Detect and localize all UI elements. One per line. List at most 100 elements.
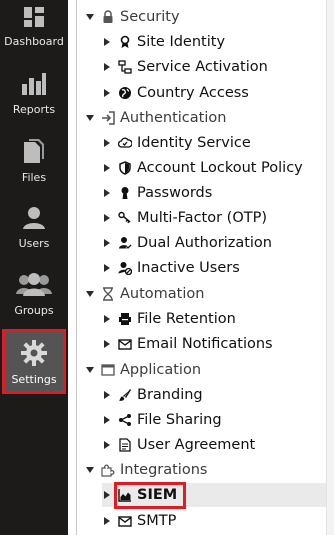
section-integrations[interactable]: Integrations [86,458,207,482]
chevron-right-icon[interactable] [104,315,110,323]
tree-item-label: Identity Service [137,135,251,151]
nav-reports[interactable]: Reports [0,72,68,116]
tree-item-label: Service Activation [137,59,268,75]
keyhole-icon [118,186,132,200]
envelope-icon [118,337,132,351]
chevron-right-icon[interactable] [104,264,110,272]
rail-gap [68,0,76,535]
chevron-right-icon[interactable] [104,189,110,197]
tree-item-label: Inactive Users [137,260,240,276]
cloud-check-icon [118,136,132,150]
nav-groups[interactable]: Groups [0,271,68,317]
tree-item-site-identity[interactable]: Site Identity [104,30,225,54]
globe-icon [118,86,132,100]
tree-item-passwords[interactable]: Passwords [104,181,212,205]
section-automation-label: Automation [120,286,205,302]
nav-settings-label: Settings [11,373,57,386]
tree-item-email-notifications[interactable]: Email Notifications [104,332,273,356]
chevron-right-icon[interactable] [104,214,110,222]
document-icon [118,438,132,452]
shield-icon [118,161,132,175]
tree-item-country-access[interactable]: Country Access [104,81,249,105]
chevron-right-icon[interactable] [104,517,110,525]
tree-item-service-activation[interactable]: Service Activation [104,55,268,79]
tree-scrollbar[interactable] [326,0,334,535]
nav-reports-label: Reports [12,103,56,116]
envelope-icon [118,514,132,528]
chevron-down-icon[interactable] [86,367,94,373]
section-authentication-label: Authentication [120,110,227,126]
lock-icon [101,10,115,24]
nav-dashboard[interactable]: Dashboard [0,6,68,48]
area-chart-icon [118,488,132,502]
nav-dashboard-label: Dashboard [4,35,64,48]
tree-item-file-sharing[interactable]: File Sharing [104,408,222,432]
nav-users[interactable]: Users [0,206,68,250]
tree-item-user-agreement[interactable]: User Agreement [104,433,255,457]
section-integrations-label: Integrations [120,462,208,478]
tree-item-label: Email Notifications [137,336,273,352]
section-authentication[interactable]: Authentication [86,106,226,130]
tree-item-label: File Retention [137,311,236,327]
chevron-right-icon[interactable] [104,416,110,424]
users-icon [0,206,68,233]
archive-icon [118,312,132,326]
award-icon [118,35,132,49]
tree-item-label: Dual Authorization [137,235,272,251]
chevron-right-icon[interactable] [104,89,110,97]
hourglass-icon [101,287,115,301]
section-application[interactable]: Application [86,358,201,382]
section-automation[interactable]: Automation [86,282,204,306]
sign-in-icon [101,111,115,125]
share-icon [118,413,132,427]
chevron-right-icon[interactable] [104,63,110,71]
groups-icon [0,271,68,300]
tree-item-inactive-users[interactable]: Inactive Users [104,256,240,280]
chevron-down-icon[interactable] [86,467,94,473]
gear-icon [5,340,63,369]
chevron-right-icon[interactable] [104,38,110,46]
files-icon [0,138,68,167]
chevron-right-icon[interactable] [104,164,110,172]
chevron-down-icon[interactable] [86,291,94,297]
tree-item-label: Site Identity [137,34,226,50]
nav-groups-label: Groups [14,304,54,317]
tree-item-branding[interactable]: Branding [104,383,203,407]
tree-item-label: File Sharing [137,412,222,428]
section-security[interactable]: Security [86,5,180,29]
tree-item-identity-service[interactable]: Identity Service [104,131,251,155]
chevron-right-icon[interactable] [104,340,110,348]
section-security-label: Security [120,9,180,25]
reports-icon [0,72,68,99]
dashboard-icon [0,6,68,31]
window-icon [101,363,115,377]
tree-item-file-retention[interactable]: File Retention [104,307,236,331]
tree-item-dual-authorization[interactable]: Dual Authorization [104,231,272,255]
section-application-label: Application [120,362,202,378]
user-check-icon [118,236,132,250]
chevron-right-icon[interactable] [104,239,110,247]
chevron-right-icon[interactable] [104,391,110,399]
tree-item-smtp[interactable]: SMTP [104,509,176,533]
chevron-right-icon[interactable] [104,139,110,147]
nav-settings[interactable]: Settings [2,329,66,394]
tree-item-account-lockout-policy[interactable]: Account Lockout Policy [104,156,303,180]
tree-item-label: SMTP [137,513,177,529]
tree-item-label: Branding [137,387,203,403]
tree-item-siem[interactable]: SIEM [104,483,177,507]
tree-item-label: Passwords [137,185,213,201]
chevron-right-icon[interactable] [104,491,110,499]
nav-files[interactable]: Files [0,138,68,184]
left-nav-rail: Dashboard Reports Files Users Groups Set… [0,0,68,535]
puzzle-icon [101,463,115,477]
tree-item-multi-factor-otp[interactable]: Multi-Factor (OTP) [104,206,267,230]
chevron-down-icon[interactable] [86,115,94,121]
tree-item-label: Country Access [137,85,249,101]
tree-item-label: User Agreement [137,437,256,453]
chevron-right-icon[interactable] [104,441,110,449]
paint-brush-icon [118,388,132,402]
chevron-down-icon[interactable] [86,14,94,20]
network-icon [118,60,132,74]
key-icon [118,211,132,225]
nav-users-label: Users [18,237,50,250]
